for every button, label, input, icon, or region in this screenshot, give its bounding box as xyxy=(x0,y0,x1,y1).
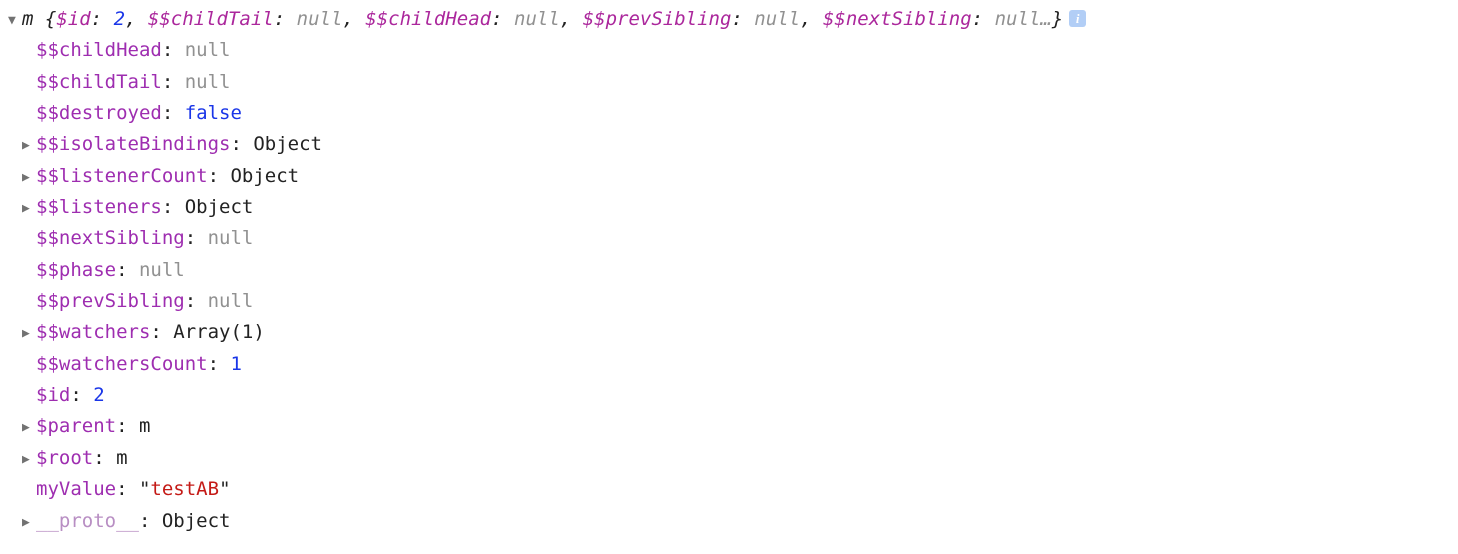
property-key: $$phase xyxy=(36,259,116,281)
property-row[interactable]: ▶$parent: m xyxy=(8,411,1450,442)
property-key: $$watchersCount xyxy=(36,353,208,375)
info-icon[interactable]: i xyxy=(1069,10,1086,27)
property-row[interactable]: ▶$$watchers: Array(1) xyxy=(8,317,1450,348)
property-key: $$prevSibling xyxy=(36,290,185,312)
property-key: $$childTail xyxy=(36,71,162,93)
property-key: $id xyxy=(36,384,70,406)
property-value: null xyxy=(208,290,254,312)
property-row: $$nextSibling: null xyxy=(8,223,1450,254)
property-key: $parent xyxy=(36,415,116,437)
property-row[interactable]: ▶$$listenerCount: Object xyxy=(8,161,1450,192)
disclosure-triangle-open-icon[interactable]: ▼ xyxy=(8,10,22,31)
property-key: $$listeners xyxy=(36,196,162,218)
disclosure-triangle-icon[interactable]: ▶ xyxy=(22,449,36,470)
preview-ellipsis: … xyxy=(1040,8,1051,30)
property-row: $$prevSibling: null xyxy=(8,286,1450,317)
disclosure-triangle-icon[interactable]: ▶ xyxy=(22,417,36,438)
property-value: false xyxy=(185,102,242,124)
disclosure-triangle-icon[interactable]: ▶ xyxy=(22,323,36,344)
property-row: $$phase: null xyxy=(8,255,1450,286)
property-row: $$childHead: null xyxy=(8,35,1450,66)
property-key: $root xyxy=(36,447,93,469)
property-key: $$isolateBindings xyxy=(36,133,230,155)
preview-value: null xyxy=(754,8,800,30)
property-row[interactable]: ▶$$isolateBindings: Object xyxy=(8,129,1450,160)
preview-value: null xyxy=(514,8,560,30)
preview-value: null xyxy=(297,8,343,30)
property-value: Object xyxy=(185,196,254,218)
property-key: $$listenerCount xyxy=(36,165,208,187)
property-row[interactable]: ▶$root: m xyxy=(8,443,1450,474)
property-value: Object xyxy=(162,510,231,532)
property-key: $$watchers xyxy=(36,321,150,343)
property-row[interactable]: ▶__proto__: Object xyxy=(8,506,1450,537)
preview-key: $$childHead xyxy=(365,8,491,30)
preview-key: $id xyxy=(56,8,90,30)
disclosure-triangle-icon[interactable]: ▶ xyxy=(22,198,36,219)
property-row: $$childTail: null xyxy=(8,67,1450,98)
property-key: __proto__ xyxy=(36,510,139,532)
preview-key: $$prevSibling xyxy=(583,8,732,30)
property-value: Object xyxy=(230,165,299,187)
property-value: m xyxy=(139,415,150,437)
property-row: $$destroyed: false xyxy=(8,98,1450,129)
disclosure-triangle-icon[interactable]: ▶ xyxy=(22,135,36,156)
property-key: $$childHead xyxy=(36,39,162,61)
property-value: null xyxy=(139,259,185,281)
property-value: Array(1) xyxy=(173,321,265,343)
disclosure-triangle-icon[interactable]: ▶ xyxy=(22,167,36,188)
property-value: 2 xyxy=(93,384,104,406)
object-constructor-name: m xyxy=(22,8,45,30)
property-key: $$nextSibling xyxy=(36,227,185,249)
property-value: m xyxy=(116,447,127,469)
property-row: myValue: "testAB" xyxy=(8,474,1450,505)
object-header[interactable]: ▼m {$id: 2, $$childTail: null, $$childHe… xyxy=(8,4,1450,35)
property-value: 1 xyxy=(230,353,241,375)
property-key: myValue xyxy=(36,478,116,500)
preview-key: $$nextSibling xyxy=(823,8,972,30)
property-value: Object xyxy=(253,133,322,155)
property-value: "testAB" xyxy=(139,478,231,500)
preview-key: $$childTail xyxy=(148,8,274,30)
disclosure-triangle-icon[interactable]: ▶ xyxy=(22,512,36,533)
property-value: null xyxy=(185,71,231,93)
preview-value: null xyxy=(995,8,1041,30)
preview-value: 2 xyxy=(114,8,125,30)
property-row: $$watchersCount: 1 xyxy=(8,349,1450,380)
property-row: $id: 2 xyxy=(8,380,1450,411)
property-row[interactable]: ▶$$listeners: Object xyxy=(8,192,1450,223)
property-value: null xyxy=(185,39,231,61)
property-value: null xyxy=(208,227,254,249)
property-key: $$destroyed xyxy=(36,102,162,124)
